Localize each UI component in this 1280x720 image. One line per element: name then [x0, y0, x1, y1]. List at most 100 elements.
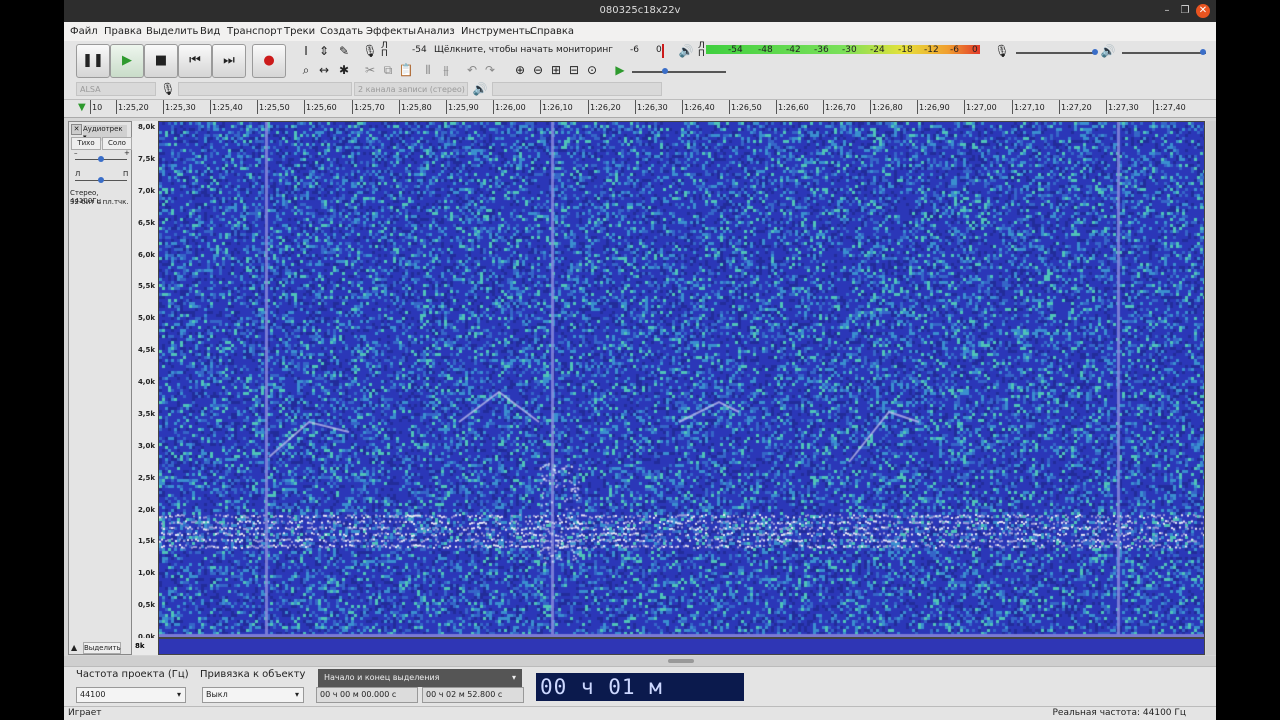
zoom-toggle-icon[interactable]: ⊙ [584, 62, 600, 78]
play-meter-tick: -30 [842, 45, 857, 55]
ruler-tick: 1:26,30 [635, 100, 668, 114]
freq-axis-label: 6,5k [137, 218, 155, 227]
minimize-icon[interactable]: – [1160, 4, 1174, 18]
status-left: Играет [68, 708, 102, 718]
close-track-icon[interactable]: ✕ [71, 124, 82, 135]
snap-combo[interactable]: Выкл ▾ [202, 687, 304, 703]
ruler-tick: 1:25,40 [210, 100, 243, 114]
menu-select[interactable]: Выделить [146, 26, 198, 37]
freq-axis-label: 7,5k [137, 154, 155, 163]
cut-icon[interactable]: ✂ [362, 62, 378, 78]
fit-project-icon[interactable]: ⊟ [566, 62, 582, 78]
rec-meter-hint[interactable]: Щёлкните, чтобы начать мониторинг [434, 45, 613, 55]
undo-icon[interactable]: ↶ [464, 62, 480, 78]
play-speed-slider[interactable] [632, 71, 726, 73]
ruler-tick: 1:25,50 [257, 100, 290, 114]
close-icon[interactable]: ✕ [1196, 4, 1210, 18]
host-combo[interactable]: ALSA [76, 82, 156, 96]
rec-clip-indicator [662, 44, 664, 58]
project-rate-value: 44100 [80, 690, 106, 699]
play-volume-knob[interactable] [1200, 49, 1206, 55]
spectrogram-view[interactable] [158, 121, 1205, 638]
menu-analyze[interactable]: Анализ [417, 26, 455, 37]
ruler-tick: 1:26,80 [870, 100, 903, 114]
gain-knob[interactable] [98, 156, 104, 162]
collapse-track-icon[interactable]: ▲ [71, 643, 77, 652]
zoom-in-icon[interactable]: ⊕ [512, 62, 528, 78]
silence-icon[interactable]: ⫵ [438, 62, 454, 78]
freq-axis-label: 3,5k [137, 409, 155, 418]
audio-position-display[interactable]: 00 ч 01 м 26.192 с [536, 673, 744, 720]
spectrogram-canvas[interactable] [159, 122, 1204, 637]
snap-label: Привязка к объекту [200, 669, 306, 680]
pan-knob[interactable] [98, 177, 104, 183]
freq-axis-label: 4,0k [137, 378, 155, 386]
selection-start-field[interactable]: 00 ч 00 м 00.000 с [316, 687, 418, 703]
pause-button[interactable]: ❚❚ [76, 44, 110, 78]
window-title: 080325c18x22v [599, 5, 681, 16]
microphone-icon[interactable]: 🎙 [362, 43, 378, 59]
menu-tools[interactable]: Инструменты [461, 26, 533, 37]
menu-transport[interactable]: Транспорт [227, 26, 282, 37]
rec-meter-tick: 0 [656, 45, 662, 55]
vertical-scrollbar[interactable] [1206, 121, 1216, 655]
record-button[interactable]: ● [252, 44, 286, 78]
play-at-speed-icon[interactable]: ▶ [612, 62, 628, 78]
copy-icon[interactable]: ⧉ [380, 62, 396, 78]
menu-view[interactable]: Вид [200, 26, 220, 37]
trim-icon[interactable]: ⫴ [420, 62, 436, 78]
lower-channel-strip[interactable] [158, 638, 1205, 655]
selection-end-field[interactable]: 00 ч 02 м 52.800 с [422, 687, 524, 703]
timeshift-tool-icon[interactable]: ↔ [316, 62, 332, 78]
envelope-tool-icon[interactable]: ⇕ [316, 43, 332, 59]
freq-axis-label: 7,0k [137, 186, 155, 195]
paste-icon[interactable]: 📋 [398, 62, 414, 78]
play-volume-slider[interactable] [1122, 52, 1206, 54]
ruler-tick: 1:27,30 [1106, 100, 1139, 114]
fit-selection-icon[interactable]: ⊞ [548, 62, 564, 78]
skip-end-button[interactable]: ⏭ [212, 44, 246, 78]
play-speed-knob[interactable] [662, 68, 668, 74]
play-device-combo[interactable] [492, 82, 662, 96]
menu-effects[interactable]: Эффекты [366, 26, 416, 37]
freq-axis-label: 2,0k [137, 505, 155, 514]
menu-file[interactable]: Файл [70, 26, 98, 37]
play-meter-tick: -36 [814, 45, 829, 55]
horizontal-scrollbar[interactable] [64, 656, 1216, 666]
speaker-icon[interactable]: 🔊 [678, 43, 694, 59]
select-track-button[interactable]: Выделить [83, 642, 121, 654]
project-rate-label: Частота проекта (Гц) [76, 669, 189, 680]
skip-start-button[interactable]: ⏮ [178, 44, 212, 78]
multi-tool-icon[interactable]: ✱ [336, 62, 352, 78]
freq-axis-label: 2,5k [137, 473, 155, 482]
ruler-tick: 1:27,10 [1012, 100, 1045, 114]
timeline-ruler[interactable]: ▼ 10 1:25,20 1:25,30 1:25,40 1:25,50 1:25,60 1… [64, 100, 1216, 118]
menu-generate[interactable]: Создать [320, 26, 363, 37]
h-scroll-thumb[interactable] [668, 659, 694, 663]
project-rate-combo[interactable]: 44100 ▾ [76, 687, 186, 703]
rec-volume-knob[interactable] [1092, 49, 1098, 55]
redo-icon[interactable]: ↷ [482, 62, 498, 78]
ruler-tick: 1:26,70 [823, 100, 856, 114]
menu-edit[interactable]: Правка [104, 26, 142, 37]
selection-tool-icon[interactable]: I [298, 43, 314, 59]
rec-meter-tick: -6 [630, 45, 639, 55]
status-right: Реальная частота: 44100 Гц [1052, 708, 1187, 718]
stop-button[interactable]: ■ [144, 44, 178, 78]
zoom-tool-icon[interactable]: ⌕ [298, 62, 314, 78]
rec-device-combo[interactable] [178, 82, 352, 96]
draw-tool-icon[interactable]: ✎ [336, 43, 352, 59]
rec-meter-right: П [381, 49, 388, 59]
menu-help[interactable]: Справка [530, 26, 574, 37]
play-button[interactable]: ▶ [110, 44, 144, 78]
track-name: Аудиотрек [83, 125, 123, 133]
play-head-marker-icon[interactable]: ▼ [78, 102, 86, 113]
selection-mode-combo[interactable]: Начало и конец выделения ▾ [318, 669, 522, 687]
ruler-tick: 1:27,20 [1059, 100, 1092, 114]
ruler-tick: 1:25,70 [352, 100, 385, 114]
maximize-icon[interactable]: ❐ [1178, 4, 1192, 18]
menu-tracks[interactable]: Треки [284, 26, 315, 37]
zoom-out-icon[interactable]: ⊖ [530, 62, 546, 78]
rec-channels-combo[interactable]: 2 канала записи (стерео) [354, 82, 468, 96]
rec-volume-slider[interactable] [1016, 52, 1096, 54]
